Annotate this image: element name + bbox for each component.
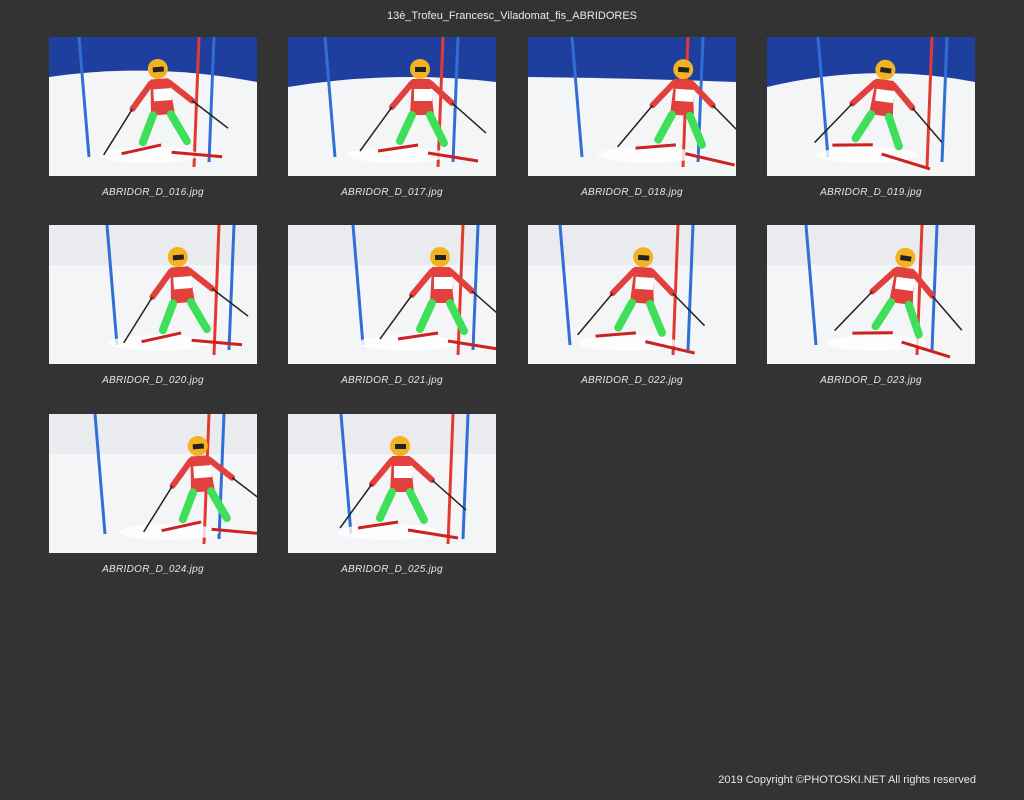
photo-thumbnail[interactable] — [49, 37, 257, 176]
photo-thumbnail[interactable] — [528, 37, 736, 176]
copyright-notice: 2019 Copyright ©PHOTOSKI.NET All rights … — [718, 774, 976, 786]
photo-filename: ABRIDOR_D_019.jpg — [820, 187, 922, 198]
photo-thumbnail[interactable] — [767, 37, 975, 176]
photo-filename: ABRIDOR_D_021.jpg — [341, 375, 443, 386]
photo-filename: ABRIDOR_D_022.jpg — [581, 375, 683, 386]
photo-thumbnail[interactable] — [528, 225, 736, 364]
photo-filename: ABRIDOR_D_020.jpg — [102, 375, 204, 386]
photo-filename: ABRIDOR_D_023.jpg — [820, 375, 922, 386]
photo-filename: ABRIDOR_D_018.jpg — [581, 187, 683, 198]
page-title: 13è_Trofeu_Francesc_Viladomat_fis_ABRIDO… — [386, 10, 638, 22]
photo-thumbnail[interactable] — [49, 225, 257, 364]
photo-thumbnail[interactable] — [49, 414, 257, 553]
photo-filename: ABRIDOR_D_024.jpg — [102, 564, 204, 575]
photo-thumbnail[interactable] — [288, 414, 496, 553]
photo-thumbnail[interactable] — [288, 37, 496, 176]
photo-filename: ABRIDOR_D_017.jpg — [341, 187, 443, 198]
photo-thumbnail[interactable] — [288, 225, 496, 364]
photo-filename: ABRIDOR_D_025.jpg — [341, 564, 443, 575]
photo-thumbnail[interactable] — [767, 225, 975, 364]
photo-filename: ABRIDOR_D_016.jpg — [102, 187, 204, 198]
